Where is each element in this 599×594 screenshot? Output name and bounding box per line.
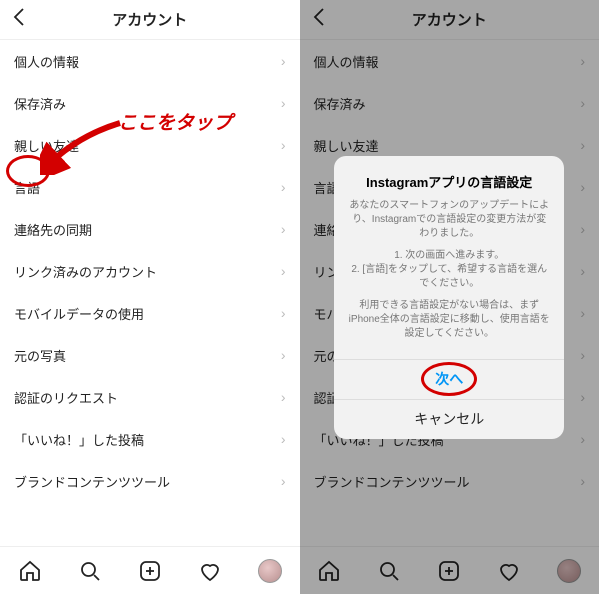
row-label: 親しい友達 (14, 136, 79, 155)
row-original-photos[interactable]: 元の写真 › (0, 334, 300, 376)
dialog-body: Instagramアプリの言語設定 あなたのスマートフォンのアップデートにより、… (334, 156, 564, 359)
chevron-right-icon: › (281, 347, 286, 363)
row-contacts-sync[interactable]: 連絡先の同期 › (0, 208, 300, 250)
row-label: 連絡先の同期 (14, 220, 92, 239)
home-icon[interactable] (17, 558, 43, 584)
left-screen: アカウント 個人の情報› 保存済み› 親しい友達› 言語› 連絡先の同期› リン… (0, 0, 300, 594)
language-dialog: Instagramアプリの言語設定 あなたのスマートフォンのアップデートにより、… (334, 156, 564, 439)
row-label: リンク済みのアカウント (14, 262, 157, 281)
right-screen: アカウント 個人の情報› 保存済み› 親しい友達› 言語› 連絡先の同期› リン… (300, 0, 599, 594)
row-label: ブランドコンテンツツール (14, 472, 170, 491)
avatar (258, 559, 282, 583)
dialog-next-label: 次へ (435, 369, 463, 389)
chevron-right-icon: › (281, 53, 286, 69)
chevron-right-icon: › (281, 263, 286, 279)
chevron-right-icon: › (281, 473, 286, 489)
chevron-right-icon: › (281, 389, 286, 405)
chevron-right-icon: › (281, 221, 286, 237)
dialog-cancel-label: キャンセル (414, 409, 484, 429)
row-mobile-data[interactable]: モバイルデータの使用 › (0, 292, 300, 334)
dialog-title: Instagramアプリの言語設定 (348, 172, 550, 191)
row-branded-content[interactable]: ブランドコンテンツツール › (0, 460, 300, 502)
row-label: 元の写真 (14, 346, 66, 365)
row-verification-request[interactable]: 認証のリクエスト › (0, 376, 300, 418)
page-title: アカウント (112, 9, 187, 30)
row-label: 「いいね！」した投稿 (14, 430, 144, 449)
row-label: モバイルデータの使用 (14, 304, 144, 323)
chevron-right-icon: › (281, 431, 286, 447)
modal-overlay: Instagramアプリの言語設定 あなたのスマートフォンのアップデートにより、… (300, 0, 599, 594)
row-label: 認証のリクエスト (14, 388, 118, 407)
row-label: 保存済み (14, 94, 66, 113)
chevron-right-icon: › (281, 305, 286, 321)
back-chevron-icon[interactable] (8, 5, 32, 35)
chevron-right-icon: › (281, 137, 286, 153)
chevron-right-icon: › (281, 179, 286, 195)
annotation-tap-here: ここをタップ (118, 108, 232, 135)
row-personal-info[interactable]: 個人の情報 › (0, 40, 300, 82)
new-post-icon[interactable] (137, 558, 163, 584)
bottom-tabbar (0, 546, 300, 594)
row-label: 個人の情報 (14, 52, 79, 71)
dialog-text-3: 利用できる言語設定がない場合は、まずiPhone全体の言語設定に移動し、使用言語… (348, 299, 550, 341)
row-liked-posts[interactable]: 「いいね！」した投稿 › (0, 418, 300, 460)
dialog-text-1: あなたのスマートフォンのアップデートにより、Instagramでの言語設定の変更… (348, 199, 550, 241)
row-linked-accounts[interactable]: リンク済みのアカウント › (0, 250, 300, 292)
search-icon[interactable] (77, 558, 103, 584)
activity-heart-icon[interactable] (197, 558, 223, 584)
dialog-text-2: 1. 次の画面へ進みます。 2. [言語]をタップして、希望する言語を選んでくだ… (348, 249, 550, 291)
profile-avatar[interactable] (257, 558, 283, 584)
dialog-cancel-button[interactable]: キャンセル (334, 399, 564, 439)
dialog-next-button[interactable]: 次へ (334, 359, 564, 399)
chevron-right-icon: › (281, 95, 286, 111)
annotation-circle (6, 155, 50, 187)
header: アカウント (0, 0, 300, 40)
